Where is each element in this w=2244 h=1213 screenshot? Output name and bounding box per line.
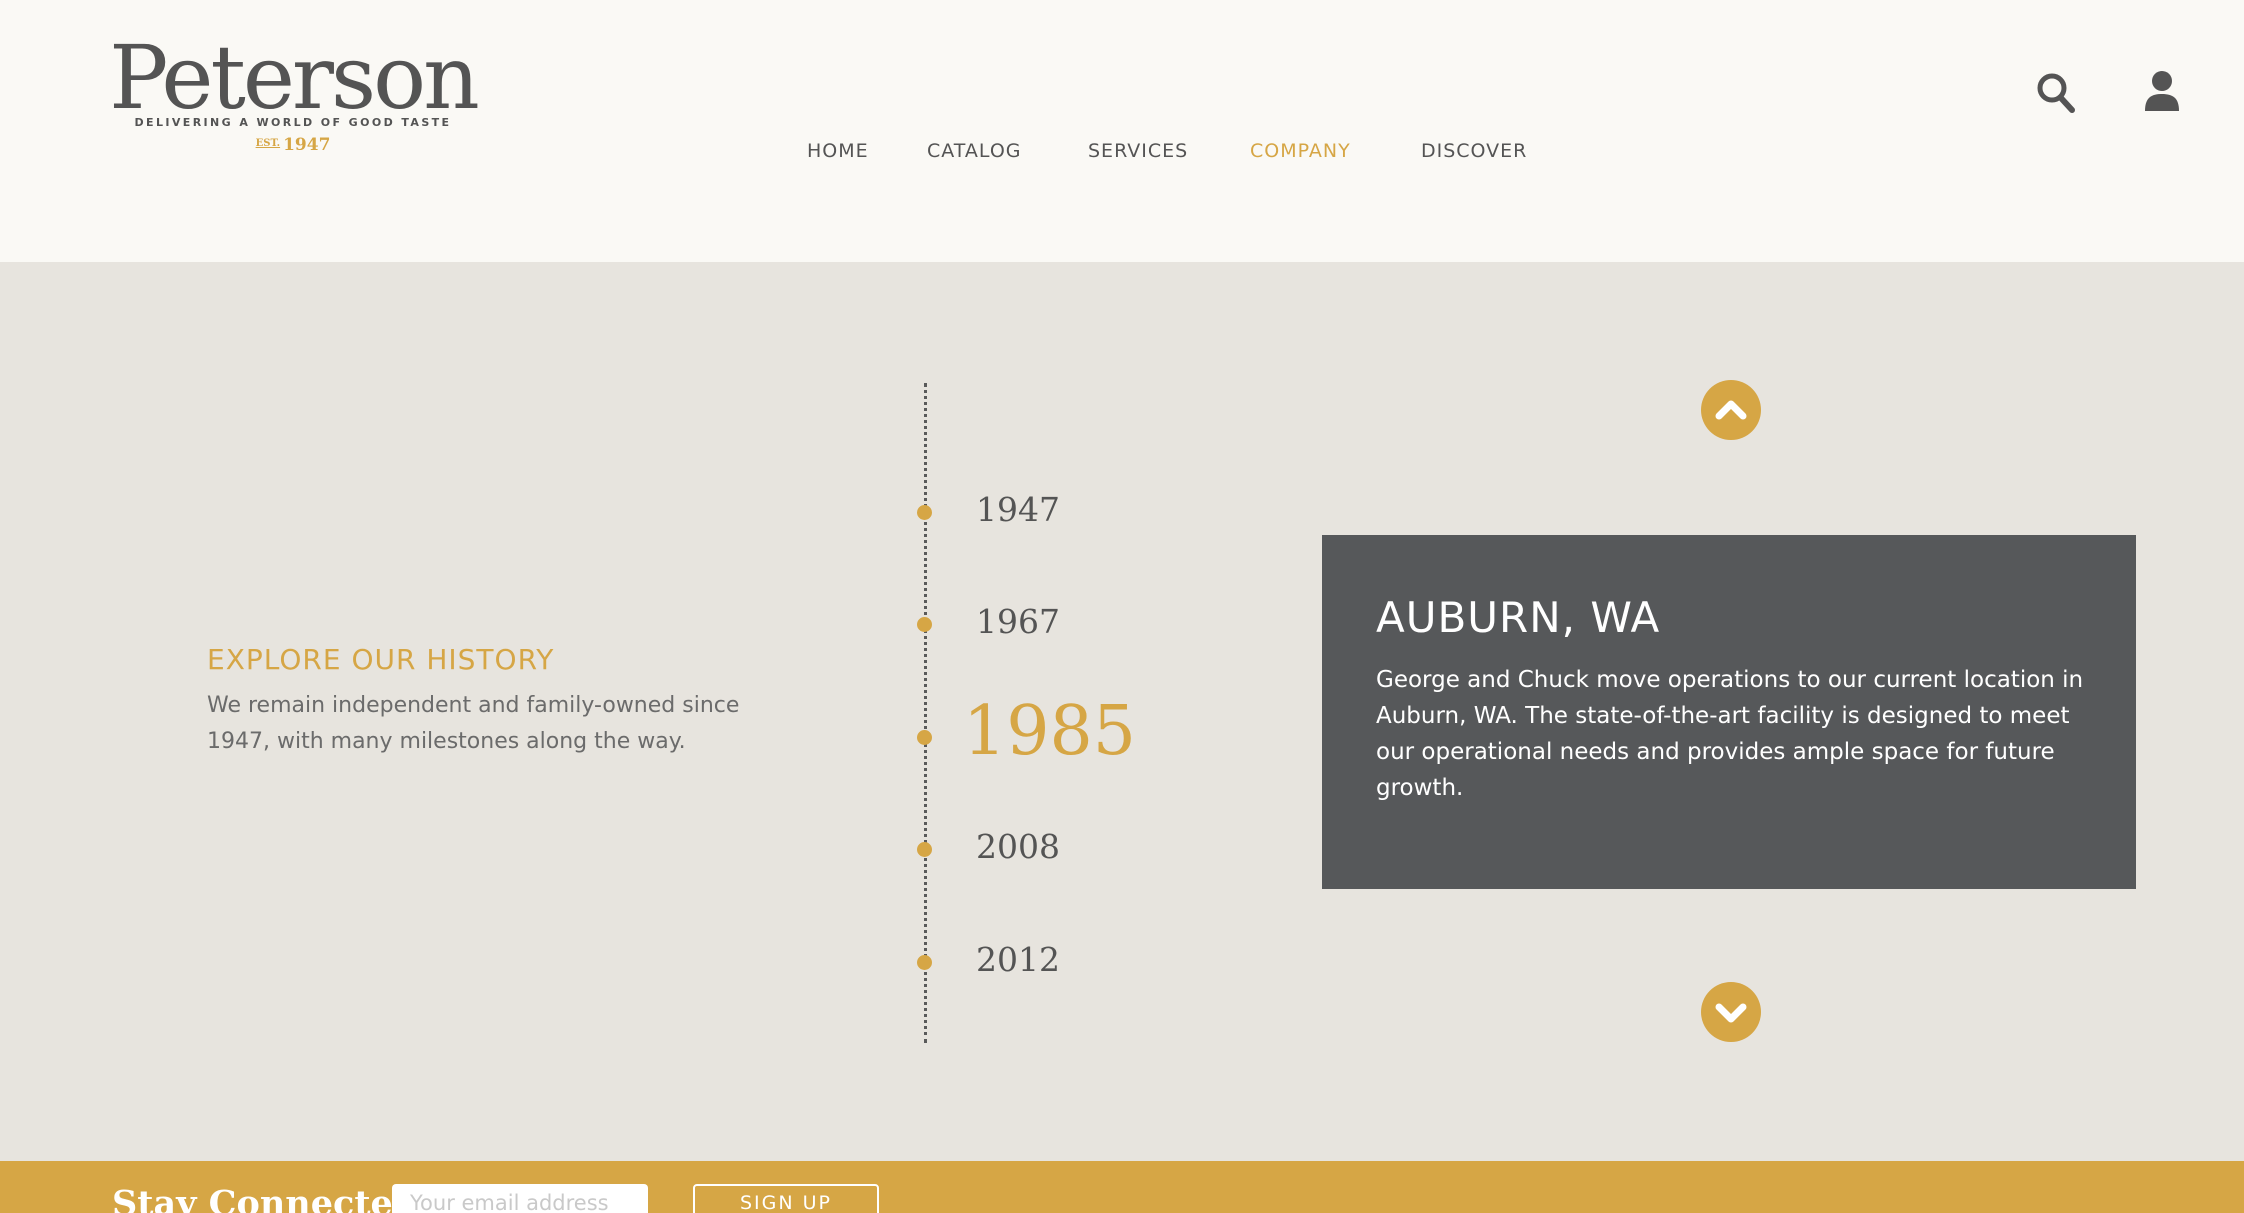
timeline-dot-active[interactable] bbox=[917, 730, 932, 745]
nav-discover[interactable]: DISCOVER bbox=[1421, 140, 1527, 162]
user-icon[interactable] bbox=[2144, 70, 2180, 112]
history-intro: EXPLORE OUR HISTORY We remain independen… bbox=[207, 643, 807, 760]
search-icon[interactable] bbox=[2036, 72, 2076, 114]
nav-home[interactable]: HOME bbox=[807, 140, 869, 162]
timeline-year-2008[interactable]: 2008 bbox=[976, 827, 1060, 866]
logo-wordmark: Peterson bbox=[109, 26, 480, 129]
milestone-description: George and Chuck move operations to our … bbox=[1376, 667, 2084, 801]
timeline-line bbox=[924, 383, 927, 1043]
timeline-dot[interactable] bbox=[917, 505, 932, 520]
chevron-down-icon[interactable] bbox=[1701, 982, 1761, 1042]
chevron-up-icon[interactable] bbox=[1701, 380, 1761, 440]
milestone-card: AUBURN, WA George and Chuck move operati… bbox=[1322, 535, 2136, 889]
timeline-year-1947[interactable]: 1947 bbox=[976, 490, 1060, 529]
timeline-year-1967[interactable]: 1967 bbox=[976, 602, 1060, 641]
timeline-year-1985[interactable]: 1985 bbox=[963, 692, 1136, 771]
logo-tagline: DELIVERING A WORLD OF GOOD TASTE bbox=[134, 116, 452, 129]
newsletter-bar: Stay Connected: SIGN UP bbox=[0, 1161, 2244, 1213]
timeline-year-2012[interactable]: 2012 bbox=[976, 940, 1060, 979]
history-description: We remain independent and family-owned s… bbox=[207, 693, 740, 754]
nav-catalog[interactable]: CATALOG bbox=[927, 140, 1022, 162]
milestone-title: AUBURN, WA bbox=[1376, 593, 1661, 642]
site-header: Peterson DELIVERING A WORLD OF GOOD TAST… bbox=[0, 0, 2244, 262]
timeline-dot[interactable] bbox=[917, 955, 932, 970]
history-heading: EXPLORE OUR HISTORY bbox=[207, 643, 555, 676]
email-input[interactable] bbox=[392, 1184, 648, 1213]
timeline-dot[interactable] bbox=[917, 842, 932, 857]
signup-button[interactable]: SIGN UP bbox=[693, 1184, 879, 1213]
timeline-dot[interactable] bbox=[917, 617, 932, 632]
main-nav: HOME CATALOG SERVICES COMPANY DISCOVER bbox=[0, 140, 2244, 176]
nav-services[interactable]: SERVICES bbox=[1088, 140, 1188, 162]
newsletter-heading: Stay Connected: bbox=[112, 1183, 431, 1213]
nav-company[interactable]: COMPANY bbox=[1250, 140, 1351, 162]
